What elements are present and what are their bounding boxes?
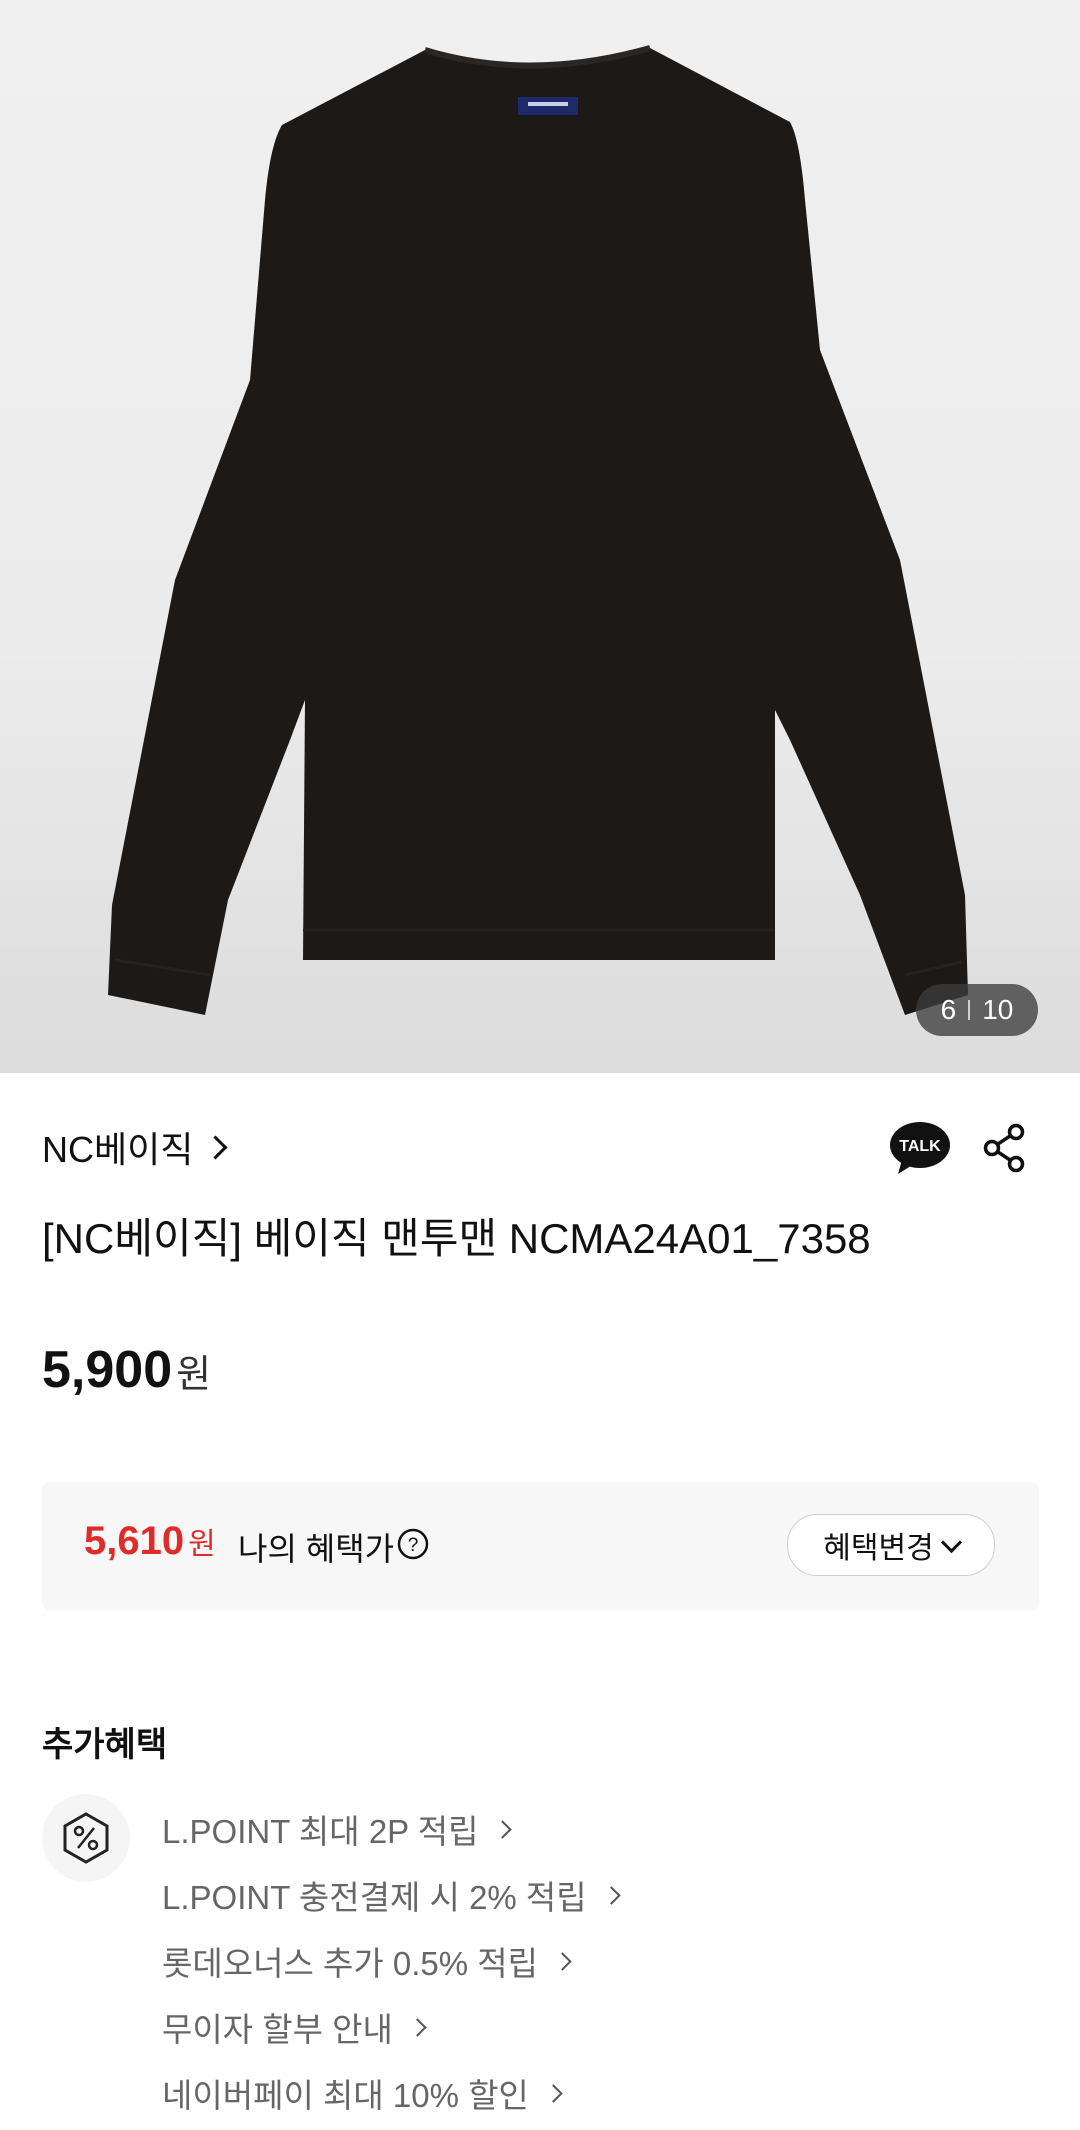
benefit-price-amount: 5,610 [84, 1519, 185, 1563]
chevron-right-icon [544, 2083, 563, 2103]
chevron-right-icon [203, 1134, 228, 1160]
benefit-item-naverpay[interactable]: 네이버페이 최대 10% 할인 [162, 2060, 618, 2126]
image-counter: 6 10 [916, 984, 1038, 1036]
benefit-label: 나의 혜택가 [238, 1531, 395, 1567]
benefit-item-label: L.POINT 충전결제 시 2% 적립 [162, 1879, 587, 1916]
price-currency: 원 [176, 1354, 212, 1396]
benefit-item-installment[interactable]: 무이자 할부 안내 [162, 1994, 618, 2060]
product-image-gallery[interactable]: 6 10 [0, 0, 1080, 1073]
brand-link[interactable]: NC베이직 [42, 1122, 228, 1172]
chevron-right-icon [493, 1819, 513, 1839]
brand-name: NC베이직 [42, 1129, 194, 1170]
extra-benefits-title: 추가혜택 [42, 1726, 168, 1764]
image-counter-divider [968, 1000, 971, 1020]
chevron-right-icon [601, 1885, 621, 1905]
chevron-right-icon [408, 2017, 427, 2037]
question-icon[interactable]: ? [397, 1528, 429, 1560]
benefit-price: 5,610 원 [84, 1519, 216, 1564]
product-title: [NC베이직] 베이직 맨투맨 NCMA24A01_7358 [42, 1215, 871, 1262]
benefit-item-label: L.POINT 최대 2P 적립 [162, 1813, 479, 1850]
chevron-down-icon [940, 1531, 962, 1553]
benefit-item-label: 네이버페이 최대 10% 할인 [162, 2077, 529, 2114]
benefit-item-lotte-owners[interactable]: 롯데오너스 추가 0.5% 적립 [162, 1928, 618, 1994]
benefit-item-lpoint[interactable]: L.POINT 최대 2P 적립 [162, 1796, 618, 1862]
benefit-price-currency: 원 [188, 1528, 216, 1561]
kakao-talk-icon[interactable]: TALK [888, 1120, 952, 1176]
benefit-item-lpoint-charge[interactable]: L.POINT 충전결제 시 2% 적립 [162, 1862, 621, 1928]
talk-label: TALK [899, 1138, 941, 1155]
svg-text:?: ? [408, 1535, 419, 1556]
price-amount: 5,900 [42, 1341, 173, 1399]
percent-icon [42, 1794, 130, 1882]
benefit-change-button[interactable]: 혜택변경 [787, 1514, 995, 1576]
chevron-right-icon [553, 1951, 572, 1971]
product-price: 5,900 원 [42, 1340, 211, 1400]
benefit-change-label: 혜택변경 [823, 1532, 934, 1565]
image-counter-current: 6 [940, 994, 957, 1025]
extra-benefits-list: L.POINT 최대 2P 적립 L.POINT 충전결제 시 2% 적립 롯데… [162, 1796, 621, 2126]
share-icon[interactable] [980, 1122, 1028, 1174]
benefit-item-label: 무이자 할부 안내 [162, 2011, 393, 2048]
product-image-sweatshirt [108, 45, 968, 1015]
benefit-item-label: 롯데오너스 추가 0.5% 적립 [162, 1945, 538, 1982]
image-counter-total: 10 [982, 994, 1014, 1025]
benefit-price-box: 5,610 원 나의 혜택가 ? 혜택변경 [42, 1482, 1039, 1610]
